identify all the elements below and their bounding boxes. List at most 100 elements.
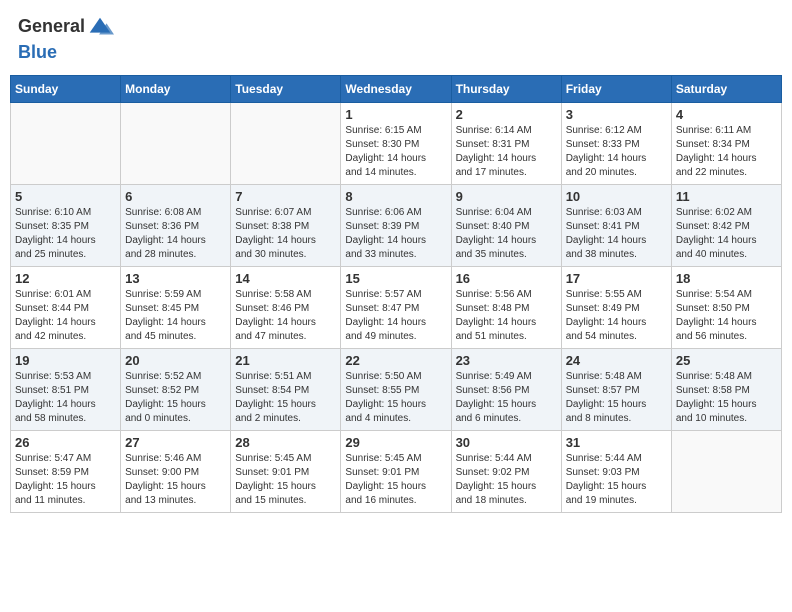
day-number: 27 — [125, 435, 226, 450]
calendar-cell: 3 Sunrise: 6:12 AMSunset: 8:33 PMDaylight… — [561, 103, 671, 185]
calendar-cell: 23 Sunrise: 5:49 AMSunset: 8:56 PMDayligh… — [451, 349, 561, 431]
calendar-cell: 12Sunrise: 6:01 AMSunset: 8:44 PMDayligh… — [11, 267, 121, 349]
calendar-week-5: 26 Sunrise: 5:47 AMSunset: 8:59 PMDayligh… — [11, 431, 782, 513]
day-info: Sunrise: 5:48 AMSunset: 8:57 PMDaylight:… — [566, 370, 667, 426]
day-info: Sunrise: 5:45 AMSunset: 9:01 PMDaylight:… — [345, 452, 446, 508]
day-number: 23 — [456, 353, 557, 368]
day-number: 16 — [456, 271, 557, 286]
calendar-cell: 14 Sunrise: 5:58 AMSunset: 8:46 PMDayligh… — [231, 267, 341, 349]
day-number: 10 — [566, 189, 667, 204]
day-header-sunday: Sunday — [11, 76, 121, 103]
day-header-saturday: Saturday — [671, 76, 781, 103]
day-number: 21 — [235, 353, 336, 368]
day-number: 30 — [456, 435, 557, 450]
day-info: Sunrise: 6:11 AMSunset: 8:34 PMDaylight:… — [676, 124, 777, 180]
calendar-cell: 27 Sunrise: 5:46 AMSunset: 9:00 PMDayligh… — [121, 431, 231, 513]
day-info: Sunrise: 6:10 AMSunset: 8:35 PMDaylight:… — [15, 206, 116, 262]
day-info: Sunrise: 6:15 AMSunset: 8:30 PMDaylight:… — [345, 124, 446, 180]
day-info: Sunrise: 6:08 AMSunset: 8:36 PMDaylight:… — [125, 206, 226, 262]
day-number: 14 — [235, 271, 336, 286]
day-info: Sunrise: 5:55 AMSunset: 8:49 PMDaylight:… — [566, 288, 667, 344]
calendar-cell: 10 Sunrise: 6:03 AMSunset: 8:41 PMDayligh… — [561, 185, 671, 267]
calendar-cell: 16Sunrise: 5:56 AMSunset: 8:48 PMDayligh… — [451, 267, 561, 349]
day-info: Sunrise: 5:59 AMSunset: 8:45 PMDaylight:… — [125, 288, 226, 344]
calendar-cell: 7Sunrise: 6:07 AMSunset: 8:38 PMDaylight… — [231, 185, 341, 267]
day-info: Sunrise: 5:46 AMSunset: 9:00 PMDaylight:… — [125, 452, 226, 508]
day-info: Sunrise: 6:02 AMSunset: 8:42 PMDaylight:… — [676, 206, 777, 262]
calendar-cell: 8Sunrise: 6:06 AMSunset: 8:39 PMDaylight… — [341, 185, 451, 267]
calendar-week-1: 1 Sunrise: 6:15 AMSunset: 8:30 PMDaylight… — [11, 103, 782, 185]
calendar-week-3: 12Sunrise: 6:01 AMSunset: 8:44 PMDayligh… — [11, 267, 782, 349]
calendar-cell: 30 Sunrise: 5:44 AMSunset: 9:02 PMDayligh… — [451, 431, 561, 513]
day-number: 25 — [676, 353, 777, 368]
day-info: Sunrise: 6:14 AMSunset: 8:31 PMDaylight:… — [456, 124, 557, 180]
calendar-cell: 5 Sunrise: 6:10 AMSunset: 8:35 PMDaylight… — [11, 185, 121, 267]
day-info: Sunrise: 5:50 AMSunset: 8:55 PMDaylight:… — [345, 370, 446, 426]
day-number: 12 — [15, 271, 116, 286]
day-info: Sunrise: 5:53 AMSunset: 8:51 PMDaylight:… — [15, 370, 116, 426]
day-number: 28 — [235, 435, 336, 450]
day-number: 19 — [15, 353, 116, 368]
day-number: 4 — [676, 107, 777, 122]
day-info: Sunrise: 5:44 AMSunset: 9:03 PMDaylight:… — [566, 452, 667, 508]
day-info: Sunrise: 5:49 AMSunset: 8:56 PMDaylight:… — [456, 370, 557, 426]
day-number: 3 — [566, 107, 667, 122]
day-number: 6 — [125, 189, 226, 204]
calendar-cell — [231, 103, 341, 185]
day-number: 18 — [676, 271, 777, 286]
calendar-cell: 13 Sunrise: 5:59 AMSunset: 8:45 PMDayligh… — [121, 267, 231, 349]
day-info: Sunrise: 5:52 AMSunset: 8:52 PMDaylight:… — [125, 370, 226, 426]
day-info: Sunrise: 5:54 AMSunset: 8:50 PMDaylight:… — [676, 288, 777, 344]
logo: General Blue — [18, 14, 114, 63]
day-number: 31 — [566, 435, 667, 450]
calendar-cell: 28 Sunrise: 5:45 AMSunset: 9:01 PMDayligh… — [231, 431, 341, 513]
calendar-week-2: 5 Sunrise: 6:10 AMSunset: 8:35 PMDaylight… — [11, 185, 782, 267]
day-number: 20 — [125, 353, 226, 368]
day-number: 22 — [345, 353, 446, 368]
calendar-cell: 9Sunrise: 6:04 AMSunset: 8:40 PMDaylight… — [451, 185, 561, 267]
day-number: 26 — [15, 435, 116, 450]
day-number: 2 — [456, 107, 557, 122]
day-info: Sunrise: 5:45 AMSunset: 9:01 PMDaylight:… — [235, 452, 336, 508]
page-header: General Blue — [10, 10, 782, 67]
calendar-cell: 31 Sunrise: 5:44 AMSunset: 9:03 PMDayligh… — [561, 431, 671, 513]
day-header-wednesday: Wednesday — [341, 76, 451, 103]
calendar-cell — [121, 103, 231, 185]
calendar-cell: 25 Sunrise: 5:48 AMSunset: 8:58 PMDayligh… — [671, 349, 781, 431]
day-info: Sunrise: 6:03 AMSunset: 8:41 PMDaylight:… — [566, 206, 667, 262]
day-number: 29 — [345, 435, 446, 450]
day-info: Sunrise: 6:12 AMSunset: 8:33 PMDaylight:… — [566, 124, 667, 180]
day-number: 15 — [345, 271, 446, 286]
calendar-cell — [671, 431, 781, 513]
calendar-cell: 6 Sunrise: 6:08 AMSunset: 8:36 PMDaylight… — [121, 185, 231, 267]
calendar-cell: 21Sunrise: 5:51 AMSunset: 8:54 PMDayligh… — [231, 349, 341, 431]
day-info: Sunrise: 5:48 AMSunset: 8:58 PMDaylight:… — [676, 370, 777, 426]
day-number: 8 — [345, 189, 446, 204]
day-number: 9 — [456, 189, 557, 204]
calendar-cell: 22 Sunrise: 5:50 AMSunset: 8:55 PMDayligh… — [341, 349, 451, 431]
calendar-cell: 15Sunrise: 5:57 AMSunset: 8:47 PMDayligh… — [341, 267, 451, 349]
day-number: 11 — [676, 189, 777, 204]
calendar-cell: 19 Sunrise: 5:53 AMSunset: 8:51 PMDayligh… — [11, 349, 121, 431]
day-info: Sunrise: 5:44 AMSunset: 9:02 PMDaylight:… — [456, 452, 557, 508]
calendar-cell: 11 Sunrise: 6:02 AMSunset: 8:42 PMDayligh… — [671, 185, 781, 267]
day-header-tuesday: Tuesday — [231, 76, 341, 103]
day-number: 24 — [566, 353, 667, 368]
calendar-cell: 26 Sunrise: 5:47 AMSunset: 8:59 PMDayligh… — [11, 431, 121, 513]
day-number: 7 — [235, 189, 336, 204]
day-number: 13 — [125, 271, 226, 286]
day-number: 5 — [15, 189, 116, 204]
calendar-header-row: SundayMondayTuesdayWednesdayThursdayFrid… — [11, 76, 782, 103]
calendar-cell: 29 Sunrise: 5:45 AMSunset: 9:01 PMDayligh… — [341, 431, 451, 513]
day-info: Sunrise: 5:58 AMSunset: 8:46 PMDaylight:… — [235, 288, 336, 344]
calendar-table: SundayMondayTuesdayWednesdayThursdayFrid… — [10, 75, 782, 513]
day-number: 1 — [345, 107, 446, 122]
logo-text: General Blue — [18, 14, 114, 63]
day-header-monday: Monday — [121, 76, 231, 103]
calendar-cell: 2 Sunrise: 6:14 AMSunset: 8:31 PMDaylight… — [451, 103, 561, 185]
calendar-cell: 20 Sunrise: 5:52 AMSunset: 8:52 PMDayligh… — [121, 349, 231, 431]
calendar-cell: 1 Sunrise: 6:15 AMSunset: 8:30 PMDaylight… — [341, 103, 451, 185]
calendar-cell: 18 Sunrise: 5:54 AMSunset: 8:50 PMDayligh… — [671, 267, 781, 349]
day-info: Sunrise: 5:47 AMSunset: 8:59 PMDaylight:… — [15, 452, 116, 508]
calendar-week-4: 19 Sunrise: 5:53 AMSunset: 8:51 PMDayligh… — [11, 349, 782, 431]
